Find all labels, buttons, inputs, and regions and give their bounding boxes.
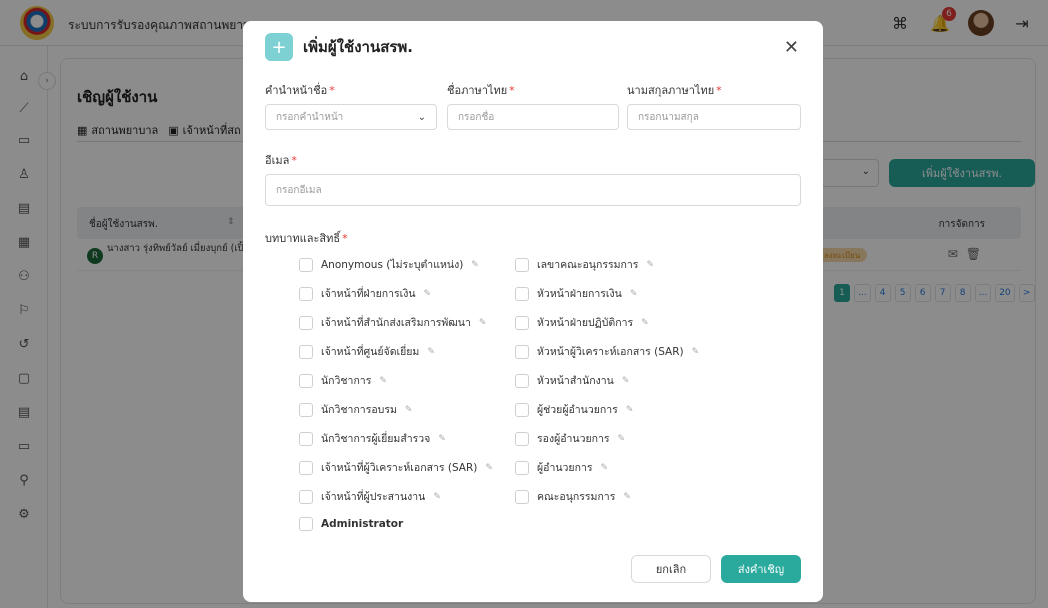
role-checkbox[interactable]: นักวิชาการ ✎ — [299, 372, 387, 389]
role-label: คณะอนุกรรมการ — [537, 491, 616, 503]
checkbox[interactable] — [299, 402, 313, 417]
email-input[interactable] — [265, 174, 801, 206]
checkbox[interactable] — [299, 344, 313, 359]
edit-icon[interactable]: ✎ — [427, 347, 435, 357]
role-checkbox[interactable]: หัวหน้าฝ่ายการเงิน ✎ — [515, 285, 637, 302]
edit-icon[interactable]: ✎ — [618, 434, 626, 444]
role-label: เจ้าหน้าที่ศูนย์จัดเยี่ยม — [321, 346, 420, 358]
edit-icon[interactable]: ✎ — [424, 289, 432, 299]
modal-title: เพิ่มผู้ใช้งานสรพ. — [303, 38, 413, 56]
checkbox[interactable] — [299, 489, 313, 504]
edit-icon[interactable]: ✎ — [623, 492, 631, 502]
edit-icon[interactable]: ✎ — [646, 260, 654, 270]
send-invite-button[interactable]: ส่งคำเชิญ — [721, 555, 801, 583]
edit-icon[interactable]: ✎ — [622, 376, 630, 386]
role-checkbox[interactable]: Administrator — [299, 517, 403, 531]
prefix-label: คำนำหน้าชื่อ * — [265, 84, 335, 97]
lastname-label: นามสกุลภาษาไทย * — [627, 84, 722, 97]
checkbox[interactable] — [515, 373, 529, 388]
checkbox[interactable] — [299, 286, 313, 301]
role-label: หัวหน้าฝ่ายการเงิน — [537, 288, 622, 300]
role-label: เจ้าหน้าที่ผู้ประสานงาน — [321, 491, 426, 503]
role-label: นักวิชาการผู้เยี่ยมสำรวจ — [321, 433, 431, 445]
cancel-button[interactable]: ยกเลิก — [631, 555, 711, 583]
close-icon[interactable]: ✕ — [784, 37, 799, 58]
role-checkbox[interactable]: นักวิชาการผู้เยี่ยมสำรวจ ✎ — [299, 430, 446, 447]
role-checkbox[interactable]: หัวหน้าสำนักงาน ✎ — [515, 372, 629, 389]
role-checkbox[interactable]: นักวิชาการอบรม ✎ — [299, 401, 412, 418]
role-label: Anonymous (ไม่ระบุตำแหน่ง) — [321, 259, 464, 271]
chevron-down-icon: ⌄ — [417, 111, 426, 123]
role-checkbox[interactable]: เจ้าหน้าที่ผู้วิเคราะห์เอกสาร (SAR) ✎ — [299, 459, 493, 476]
roles-label: บทบาทและสิทธิ์ * — [265, 232, 348, 245]
checkbox[interactable] — [515, 402, 529, 417]
edit-icon[interactable]: ✎ — [641, 318, 649, 328]
firstname-input[interactable] — [447, 104, 619, 130]
checkbox[interactable] — [515, 431, 529, 446]
role-label: หัวหน้าผู้วิเคราะห์เอกสาร (SAR) — [537, 346, 684, 358]
edit-icon[interactable]: ✎ — [600, 463, 608, 473]
edit-icon[interactable]: ✎ — [479, 318, 487, 328]
edit-icon[interactable]: ✎ — [692, 347, 700, 357]
role-label: เจ้าหน้าที่ผู้วิเคราะห์เอกสาร (SAR) — [321, 462, 478, 474]
role-checkbox[interactable]: หัวหน้าผู้วิเคราะห์เอกสาร (SAR) ✎ — [515, 343, 699, 360]
checkbox[interactable] — [299, 315, 313, 330]
role-label: เลขาคณะอนุกรรมการ — [537, 259, 639, 271]
lastname-input[interactable] — [627, 104, 801, 130]
plus-icon: + — [265, 33, 293, 61]
edit-icon[interactable]: ✎ — [438, 434, 446, 444]
role-label: ผู้ช่วยผู้อำนวยการ — [537, 404, 618, 416]
checkbox[interactable] — [299, 431, 313, 446]
role-label: นักวิชาการอบรม — [321, 404, 397, 416]
role-checkbox[interactable]: เจ้าหน้าที่ศูนย์จัดเยี่ยม ✎ — [299, 343, 435, 360]
checkbox[interactable] — [299, 460, 313, 475]
edit-icon[interactable]: ✎ — [471, 260, 479, 270]
role-label: รองผู้อำนวยการ — [537, 433, 610, 445]
role-label: นักวิชาการ — [321, 375, 372, 387]
checkbox[interactable] — [515, 460, 529, 475]
role-label: หัวหน้าสำนักงาน — [537, 375, 614, 387]
role-checkbox[interactable]: คณะอนุกรรมการ ✎ — [515, 488, 631, 505]
role-label: เจ้าหน้าที่สำนักส่งเสริมการพัฒนา — [321, 317, 471, 329]
checkbox[interactable] — [515, 286, 529, 301]
edit-icon[interactable]: ✎ — [433, 492, 441, 502]
edit-icon[interactable]: ✎ — [485, 463, 493, 473]
checkbox[interactable] — [515, 315, 529, 330]
checkbox[interactable] — [299, 257, 313, 272]
role-checkbox[interactable]: เลขาคณะอนุกรรมการ ✎ — [515, 256, 654, 273]
role-checkbox[interactable]: เจ้าหน้าที่ผู้ประสานงาน ✎ — [299, 488, 441, 505]
role-label: เจ้าหน้าที่ฝ่ายการเงิน — [321, 288, 416, 300]
edit-icon[interactable]: ✎ — [405, 405, 413, 415]
role-checkbox[interactable]: Anonymous (ไม่ระบุตำแหน่ง) ✎ — [299, 256, 479, 273]
prefix-select[interactable]: กรอกคำนำหน้า ⌄ — [265, 104, 437, 130]
firstname-label: ชื่อภาษาไทย * — [447, 84, 515, 97]
role-label: Administrator — [321, 518, 404, 530]
prefix-select-value: กรอกคำนำหน้า — [276, 111, 344, 123]
edit-icon[interactable]: ✎ — [379, 376, 387, 386]
checkbox[interactable] — [299, 373, 313, 388]
role-checkbox[interactable]: หัวหน้าฝ่ายปฏิบัติการ ✎ — [515, 314, 649, 331]
checkbox[interactable] — [515, 344, 529, 359]
checkbox[interactable] — [515, 489, 529, 504]
add-user-modal: + เพิ่มผู้ใช้งานสรพ. ✕ คำนำหน้าชื่อ * กรอ… — [243, 21, 823, 602]
checkbox[interactable] — [299, 517, 313, 531]
role-checkbox[interactable]: ผู้อำนวยการ ✎ — [515, 459, 608, 476]
edit-icon[interactable]: ✎ — [630, 289, 638, 299]
role-checkbox[interactable]: รองผู้อำนวยการ ✎ — [515, 430, 625, 447]
email-label: อีเมล * — [265, 154, 297, 167]
role-checkbox[interactable]: ผู้ช่วยผู้อำนวยการ ✎ — [515, 401, 633, 418]
checkbox[interactable] — [515, 257, 529, 272]
edit-icon[interactable]: ✎ — [626, 405, 634, 415]
role-label: หัวหน้าฝ่ายปฏิบัติการ — [537, 317, 634, 329]
role-checkbox[interactable]: เจ้าหน้าที่สำนักส่งเสริมการพัฒนา ✎ — [299, 314, 486, 331]
role-checkbox[interactable]: เจ้าหน้าที่ฝ่ายการเงิน ✎ — [299, 285, 431, 302]
role-label: ผู้อำนวยการ — [537, 462, 593, 474]
